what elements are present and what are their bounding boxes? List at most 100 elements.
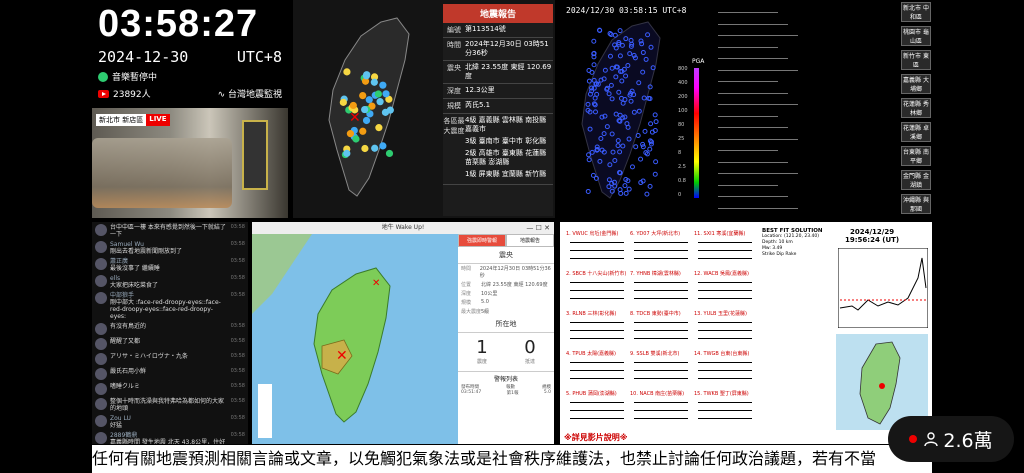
viewer-count-badge[interactable]: 2.6萬	[888, 416, 1014, 462]
seismo-station-label: 3. RLNB 三林(彰化縣)	[566, 311, 617, 317]
seismo-trace	[570, 282, 624, 283]
waveform-trace	[718, 104, 798, 105]
alert-row: 03:51:47 第1報 5.0	[461, 390, 551, 396]
station-intensity-dot	[343, 68, 351, 76]
report-intensity-row: 各區最大震度 4級 嘉義縣 雲林縣 南投縣 嘉義市 3級 臺南市 臺中市 彰化縣 2…	[443, 114, 553, 185]
waveform-trace	[718, 196, 788, 197]
report-row-value: 12.3公里	[465, 86, 495, 94]
seismo-trace	[698, 410, 752, 411]
chat-body: 整個十時而洗澡與我特弗哈為都如何的大家的地頭	[110, 398, 229, 412]
station-intensity-dot	[371, 144, 379, 152]
pga-tick-label: 80	[678, 122, 685, 128]
chat-text: 剛出去看地震新聞剛放到了	[110, 248, 183, 255]
report-row-key: 震央	[447, 64, 461, 72]
brand-label: ∿ 台灣地震監視	[218, 87, 282, 100]
station-intensity-dot	[365, 96, 373, 104]
brand-text: 台灣地震監視	[227, 90, 282, 100]
report-row-key: 時間	[447, 41, 461, 49]
seismo-trace	[570, 362, 624, 363]
live-dot-icon	[909, 435, 918, 443]
chat-body: アリサ・ミハイロヴナ・九条	[110, 353, 229, 365]
station-intensity-dot	[359, 91, 367, 100]
epicenter-row: 最大震度 5級	[458, 307, 554, 316]
chat-message: 嗜睡クルミ 03:58	[95, 383, 245, 395]
report-row: 震央 北緯 23.55度 東經 120.69度	[443, 61, 553, 84]
report-intensity-key: 各區最大震度	[443, 117, 465, 135]
waveform-trace	[718, 58, 788, 59]
station-intensity-dot	[339, 98, 347, 106]
local-intensity: 1	[476, 337, 488, 358]
report-row: 深度 12.3公里	[443, 84, 553, 99]
station-intensity-dot	[349, 101, 357, 110]
chat-message: 蕭正廣 最後沒事了 繼續睡 03:58	[95, 258, 245, 272]
chat-body: Samuel Wu 剛出去看地震新聞剛放到了	[110, 241, 229, 255]
seismo-trace	[698, 298, 752, 299]
station-intensity-dot	[359, 127, 367, 135]
pga-station-dot	[617, 28, 623, 34]
pga-station-dot	[647, 146, 653, 152]
chat-body: 2889鶴鼎嘉義縣時間 發生地震 北天 43.8公里，住好嘉義縣梅山鄉地震深度：…	[110, 432, 229, 444]
camera-badge: 新北市 新店區 LIVE	[96, 114, 170, 126]
seismo-station-label: 7. YHNB 樟湖(雲林縣)	[630, 271, 681, 277]
station-tags: 新北市 中和區 桃園市 龜山區 新竹市 東區 嘉義縣 大埔鄉 花蓮縣 秀林鄉 花蓮縣 卓溪…	[900, 0, 932, 218]
wakeup-titlebar: 地牛 Wake Up! — ☐ ✕	[252, 222, 554, 234]
pulse-icon: ∿	[217, 90, 226, 100]
seismo-trace	[570, 298, 624, 299]
chat-message: 台中中區一樓 本來有感覺到然後一下就結了一下 03:58	[95, 224, 245, 238]
intensity-line: 1級 屏東縣 宜蘭縣 新竹縣	[465, 170, 547, 178]
station-intensity-dot	[346, 130, 355, 138]
pga-station-dot	[652, 112, 658, 118]
clock-date-row: 2024-12-30 UTC+8	[98, 48, 282, 66]
epicenter-row: 時間 2024年12月30日 03時51分36秒	[458, 264, 554, 280]
waveform-trace	[718, 92, 788, 94]
chat-text: 最後沒事了 繼續睡	[110, 265, 160, 272]
fit-time: 19:56:24 (UT)	[845, 236, 900, 244]
pga-tick-label: 0	[678, 192, 682, 198]
seismo-station-label: 5. PHUB 蒲岡(澎湖縣)	[566, 391, 617, 397]
station-tag: 金門縣 金湖鎮	[901, 170, 931, 190]
fit-date: 2024/12/29	[850, 228, 895, 236]
wakeup-tab[interactable]: 強震即時警報	[458, 234, 506, 247]
clock-date: 2024-12-30	[98, 48, 189, 66]
camera-scene-object	[242, 120, 268, 190]
seismo-trace	[698, 322, 752, 323]
seismo-trace	[698, 378, 752, 379]
report-row-value: 北緯 23.55度 東經 120.69度	[465, 63, 552, 80]
seismo-note[interactable]: ※詳見影片說明※	[564, 432, 628, 443]
pga-station-map	[581, 21, 661, 199]
station-intensity-dot	[381, 108, 390, 116]
report-row-key: 規模	[447, 102, 461, 110]
alert-cell: 第1報	[506, 391, 519, 396]
seismo-trace	[634, 402, 688, 403]
chat-timestamp: 03:58	[230, 368, 245, 374]
waveform-trace	[718, 12, 778, 13]
epicenter-icon: ✕	[349, 110, 361, 126]
seismo-trace	[698, 290, 752, 291]
viewers-row: 23892人 ∿ 台灣地震監視	[98, 87, 282, 100]
pga-station-dot	[608, 32, 614, 38]
seismo-trace	[570, 290, 624, 291]
epicenter-row: 規模 5.0	[458, 298, 554, 307]
local-sublabels: 震度 抵達	[458, 358, 554, 365]
seismo-station-label: 9. SSLB 雙溪(新北市)	[630, 351, 680, 357]
clock-panel: 03:58:27 2024-12-30 UTC+8 音樂暫停中 23892人 ∿…	[92, 0, 288, 104]
chat-text: 整個十時而洗澡與我特弗哈為都如何的大家的地頭	[110, 398, 225, 412]
report-row-key: 編號	[447, 26, 461, 34]
pga-tick-label: 400	[678, 80, 688, 86]
window-controls-icon[interactable]: — ☐ ✕	[526, 222, 550, 234]
pga-station-dot	[622, 183, 628, 189]
live-chat[interactable]: 台中中區一樓 本來有感覺到然後一下就結了一下 03:58 Samuel Wu 剛出去看…	[92, 222, 248, 444]
station-intensity-dot	[379, 81, 387, 89]
chat-message: 嚴氏石用小鮮 03:58	[95, 368, 245, 380]
chat-author: ells	[110, 275, 121, 282]
epicenter-row-value: 10公里	[481, 291, 498, 297]
chat-body: 台中中區一樓 本來有感覺到然後一下就結了一下	[110, 224, 229, 238]
chat-avatar	[95, 383, 107, 395]
seismo-station-label: 1. VWUC 烏坵(金門縣)	[566, 231, 619, 237]
wakeup-tab[interactable]: 地震報告	[506, 234, 554, 247]
chat-text: 好猛	[110, 422, 123, 429]
alerts-title: 警報列表	[458, 371, 554, 383]
chat-timestamp: 03:58	[230, 275, 245, 281]
pga-station-dot	[585, 188, 591, 194]
report-row: 規模 芮氏5.1	[443, 99, 553, 114]
